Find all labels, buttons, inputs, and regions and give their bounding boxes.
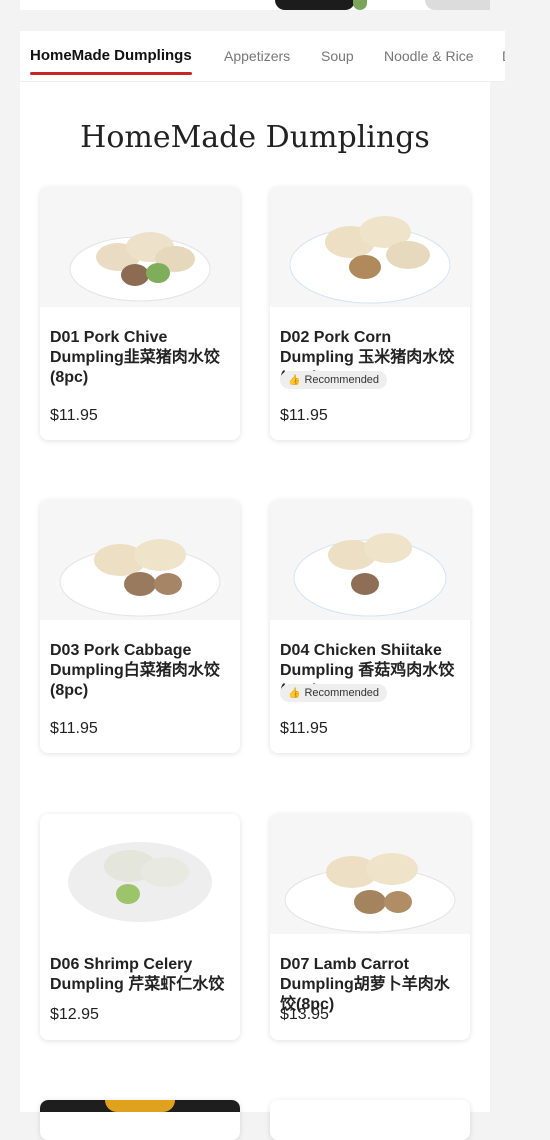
category-tabs: HomeMade Dumplings Appetizers Soup Noodl… [20, 31, 505, 82]
dumpling-photo [40, 187, 240, 307]
menu-item-card[interactable]: D01 Pork Chive Dumpling韭菜猪肉水饺(8pc) $11.9… [40, 187, 240, 440]
item-price: $11.95 [280, 720, 328, 737]
badge-label: Recommended [304, 687, 380, 699]
dish-photo [40, 1100, 240, 1112]
recommended-badge: 👍 Recommended [280, 371, 388, 389]
menu-item-card[interactable]: D03 Pork Cabbage Dumpling白菜猪肉水饺(8pc) $11… [40, 500, 240, 753]
badge-label: Recommended [304, 374, 380, 386]
item-name: D01 Pork Chive Dumpling韭菜猪肉水饺(8pc) [50, 329, 220, 386]
menu-item-card[interactable] [40, 1100, 240, 1140]
section-title: HomeMade Dumplings [80, 120, 430, 155]
dish-photo [270, 1100, 470, 1112]
item-name: D06 Shrimp Celery Dumpling 芹菜虾仁水饺 [50, 956, 225, 993]
hero-bowl-shape [275, 0, 355, 10]
item-price: $12.95 [50, 1006, 99, 1023]
menu-item-card[interactable]: D04 Chicken Shiitake Dumpling 香菇鸡肉水饺(8pc… [270, 500, 470, 753]
menu-item-card[interactable] [270, 1100, 470, 1140]
dumpling-photo [270, 187, 470, 307]
dumpling-photo [270, 814, 470, 934]
item-name: D03 Pork Cabbage Dumpling白菜猪肉水饺(8pc) [50, 642, 220, 699]
tab-appetizers[interactable]: Appetizers [224, 31, 290, 81]
hero-plate-shape [425, 0, 490, 10]
tab-more[interactable]: D [502, 31, 505, 81]
menu-section: HomeMade Dumplings D01 Pork Chive Dumpli… [20, 82, 490, 1140]
item-price: $13.95 [280, 1006, 329, 1023]
menu-item-card[interactable]: D07 Lamb Carrot Dumpling胡萝卜羊肉水饺(8pc) $13… [270, 814, 470, 1040]
dumpling-photo [40, 814, 240, 934]
thumbs-up-icon: 👍 [288, 688, 301, 699]
hero-image-strip [20, 0, 490, 10]
item-price: $11.95 [50, 407, 98, 424]
thumbs-up-icon: 👍 [288, 375, 301, 386]
tab-homemade-dumplings[interactable]: HomeMade Dumplings [30, 31, 192, 81]
recommended-badge: 👍 Recommended [280, 684, 388, 702]
dumpling-photo [270, 500, 470, 620]
item-price: $11.95 [280, 407, 328, 424]
tab-soup[interactable]: Soup [321, 31, 354, 81]
menu-item-card[interactable]: D06 Shrimp Celery Dumpling 芹菜虾仁水饺 $12.95 [40, 814, 240, 1040]
dumpling-photo [40, 500, 240, 620]
menu-item-card[interactable]: D02 Pork Corn Dumpling 玉米猪肉水饺(8pc) 👍Reco… [270, 187, 470, 440]
item-price: $11.95 [50, 720, 98, 737]
hero-garnish-shape [353, 0, 367, 10]
tab-noodle-rice[interactable]: Noodle & Rice [384, 31, 474, 81]
